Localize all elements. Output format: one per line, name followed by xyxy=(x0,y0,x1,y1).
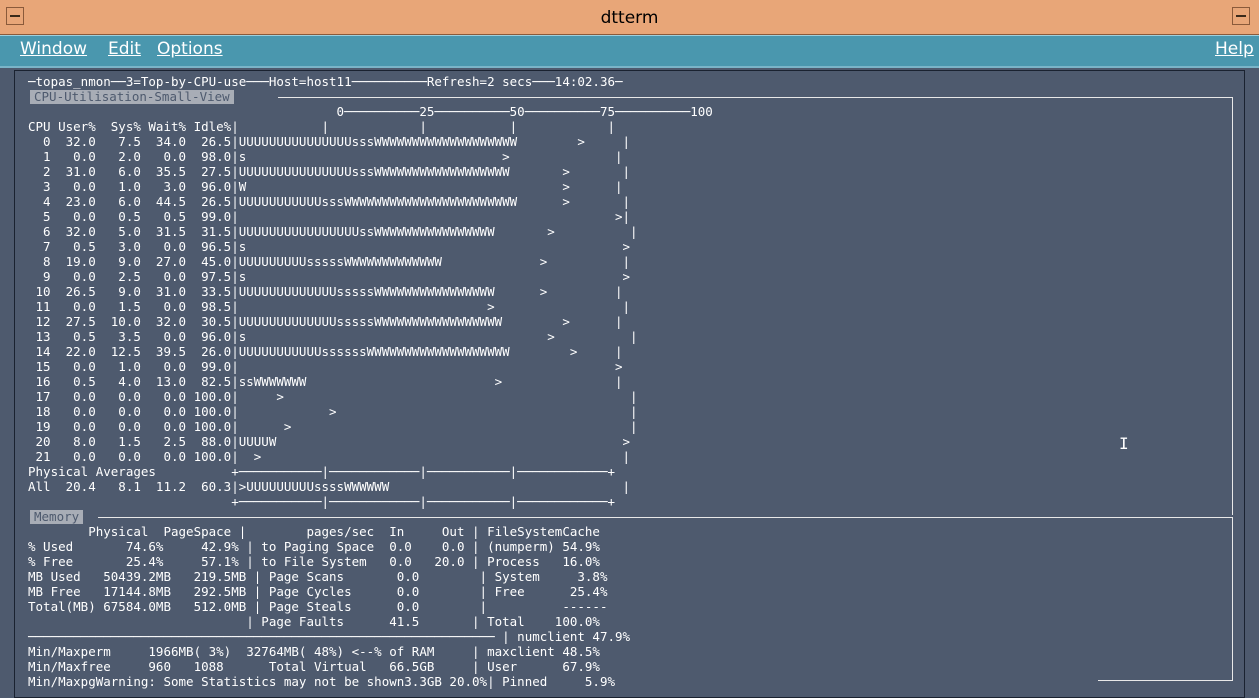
cpu-section-rule xyxy=(278,97,1233,98)
menu-options[interactable]: Options xyxy=(157,39,223,59)
window-title: dtterm xyxy=(600,8,659,28)
menu-options-label: Options xyxy=(157,39,223,59)
menu-window[interactable]: Window xyxy=(20,39,87,59)
menu-edit-label: Edit xyxy=(108,39,141,59)
menu-edit[interactable]: Edit xyxy=(108,39,141,59)
memory-section-rule xyxy=(98,517,1233,518)
cpu-section-label: CPU-Utilisation-Small-View xyxy=(30,90,234,104)
title-bar[interactable]: dtterm xyxy=(0,0,1259,35)
text-cursor-icon: I xyxy=(1119,434,1129,453)
memory-section-label: Memory xyxy=(30,510,84,524)
terminal-screen: ─topas_nmon──3=Top-by-CPU-use───Host=hos… xyxy=(28,74,713,689)
menu-bar: Window Edit Options Help xyxy=(0,35,1259,66)
menu-separator xyxy=(0,66,1259,68)
menu-help[interactable]: Help xyxy=(1215,39,1254,59)
menu-window-label: Window xyxy=(20,39,88,59)
menu-help-label: Help xyxy=(1215,39,1254,59)
memory-section-bottom-border xyxy=(1098,680,1233,681)
memory-section-right-border xyxy=(1232,517,1233,680)
cpu-section-right-border xyxy=(1232,97,1233,515)
minimize-icon xyxy=(1236,15,1246,17)
minimize-button[interactable] xyxy=(1232,7,1250,25)
